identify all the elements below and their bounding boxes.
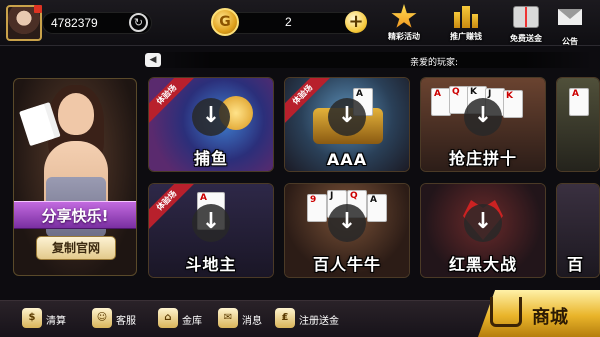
activities-button[interactable]: 精彩活动 bbox=[380, 4, 428, 44]
card-icon: 9 bbox=[307, 194, 327, 222]
game-tile-partial-top[interactable]: A bbox=[556, 77, 600, 172]
settlement-label: 清算 bbox=[46, 316, 66, 327]
game-tile-landlord[interactable]: A 体验场 ↓ 斗地主 bbox=[148, 183, 274, 278]
shop-label[interactable]: 商城 bbox=[532, 303, 568, 329]
notice-text: 亲爱的玩家: bbox=[410, 58, 459, 68]
notification-dot bbox=[34, 5, 42, 13]
carousel-dots[interactable] bbox=[70, 265, 100, 276]
customer-service-label: 客服 bbox=[116, 316, 136, 327]
game-label: 斗地主 bbox=[185, 255, 237, 274]
announcement-button[interactable]: 公告 bbox=[548, 4, 592, 46]
promo-model-face bbox=[58, 93, 94, 135]
money-bag-icon: $ bbox=[22, 308, 42, 328]
cart-icon[interactable] bbox=[490, 297, 522, 327]
announcement-label: 公告 bbox=[562, 37, 578, 46]
city-icon bbox=[452, 4, 480, 28]
game-label: AAA bbox=[326, 150, 368, 169]
promo-banner[interactable]: 分享快乐! 复制官网 bbox=[13, 78, 137, 276]
download-icon[interactable]: ↓ bbox=[328, 98, 366, 137]
share-happy-banner: 分享快乐! bbox=[14, 201, 136, 229]
game-label: 百人牛牛 bbox=[312, 255, 381, 274]
game-tile-red-black[interactable]: ↓ 红黑大战 bbox=[420, 183, 546, 278]
game-label: 抢庄拼十 bbox=[448, 149, 517, 168]
download-icon[interactable]: ↓ bbox=[464, 98, 502, 137]
promote-earn-button[interactable]: 推广赚钱 bbox=[442, 4, 490, 44]
gift-icon bbox=[513, 6, 539, 28]
user-id: 4782379 bbox=[51, 16, 98, 30]
activities-label: 精彩活动 bbox=[388, 32, 420, 41]
copy-id-icon[interactable]: ↻ bbox=[129, 13, 148, 32]
game-tile-fishing[interactable]: 体验场 ↓ 捕鱼 bbox=[148, 77, 274, 172]
promote-earn-label: 推广赚钱 bbox=[450, 32, 482, 41]
game-tile-partial-bottom[interactable]: 百 bbox=[556, 183, 600, 278]
speaker-icon: ◀ bbox=[145, 53, 161, 67]
copy-website-button[interactable]: 复制官网 bbox=[36, 236, 116, 260]
card-icon: K bbox=[503, 90, 523, 118]
register-icon: ₤ bbox=[275, 308, 295, 328]
card-icon: A bbox=[431, 88, 451, 116]
bank-icon: ⌂ bbox=[158, 308, 178, 328]
vault-label: 金库 bbox=[182, 316, 202, 327]
carousel-dot-active[interactable] bbox=[80, 275, 85, 276]
carousel-dot[interactable] bbox=[90, 275, 95, 276]
game-tile-grab-banker[interactable]: A Q K J K ↓ 抢庄拼十 bbox=[420, 77, 546, 172]
game-tile-hundred-niuniu[interactable]: 9 J Q A ↓ 百人牛牛 bbox=[284, 183, 410, 278]
download-icon[interactable]: ↓ bbox=[192, 98, 230, 137]
free-gold-label: 免费送金 bbox=[510, 34, 542, 43]
game-label: 百 bbox=[567, 255, 585, 274]
message-icon: ✉ bbox=[218, 308, 238, 328]
notice-bar bbox=[142, 52, 594, 68]
register-bonus-label: 注册送金 bbox=[299, 316, 339, 327]
download-icon[interactable]: ↓ bbox=[464, 204, 502, 243]
messages-label: 消息 bbox=[242, 316, 262, 327]
card-icon: A bbox=[367, 194, 387, 222]
star-icon bbox=[391, 4, 417, 28]
game-tile-aaa[interactable]: A 体验场 ↓ AAA bbox=[284, 77, 410, 172]
download-icon[interactable]: ↓ bbox=[328, 204, 366, 243]
coin-icon: G bbox=[211, 8, 239, 36]
game-label: 红黑大战 bbox=[448, 255, 517, 274]
avatar[interactable] bbox=[6, 5, 42, 41]
carousel-dot[interactable] bbox=[70, 275, 75, 276]
add-coins-button[interactable]: + bbox=[345, 11, 367, 33]
free-gold-button[interactable]: 免费送金 bbox=[502, 4, 550, 44]
coin-amount: 2 bbox=[285, 15, 292, 29]
download-icon[interactable]: ↓ bbox=[192, 204, 230, 243]
customer-service-icon: ☺ bbox=[92, 308, 112, 328]
mail-icon bbox=[558, 9, 582, 25]
card-icon: A bbox=[569, 88, 589, 116]
game-label: 捕鱼 bbox=[193, 149, 228, 168]
